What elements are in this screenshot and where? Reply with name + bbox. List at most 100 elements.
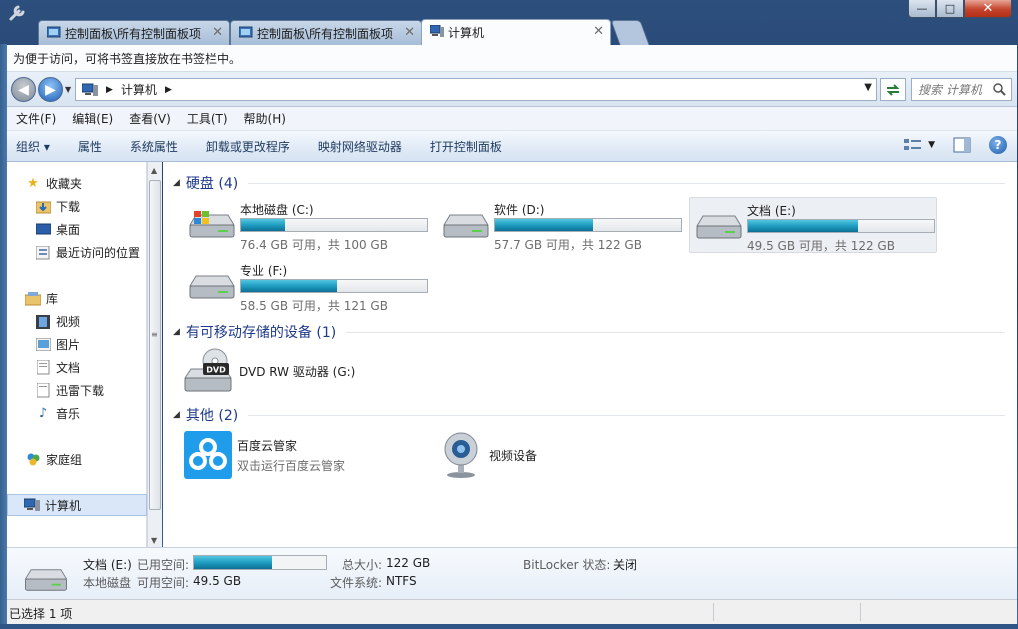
menu-edit[interactable]: 编辑(E) (72, 110, 113, 127)
details-drive-name: 文档 (E:) (83, 558, 132, 572)
navigation-pane: ★ 收藏夹 下载 桌面 最近访问的位置 库 视频 图片 文档 迅雷下载 ♪ 音乐… (7, 162, 147, 547)
collapse-icon[interactable]: ◢ (173, 327, 180, 337)
music-note-icon: ♪ (38, 406, 48, 421)
wrench-icon[interactable] (8, 4, 28, 22)
close-tab-icon[interactable]: ✕ (212, 25, 223, 40)
nav-music[interactable]: ♪ 音乐 (35, 405, 80, 422)
star-icon: ★ (27, 176, 39, 191)
scrollbar-thumb[interactable] (149, 180, 161, 510)
nav-thunder-downloads[interactable]: 迅雷下载 (35, 382, 104, 399)
tab-label: 控制面板\所有控制面板项 (65, 26, 202, 41)
filesystem-value: NTFS (386, 574, 417, 588)
video-device[interactable]: 视频设备 (441, 431, 537, 479)
computer-icon (82, 83, 98, 96)
back-button[interactable]: ◀ (11, 77, 36, 102)
help-icon[interactable]: ? (989, 136, 1007, 154)
hard-drive-icon (24, 569, 68, 591)
preview-pane-icon[interactable] (953, 137, 971, 153)
maximize-button[interactable]: □ (936, 0, 964, 18)
window-frame (0, 44, 7, 624)
nav-computer[interactable]: 计算机 (7, 494, 147, 516)
address-dropdown-icon[interactable]: ▼ (864, 82, 872, 93)
organize-button[interactable]: 组织 ▾ (16, 138, 50, 155)
properties-button[interactable]: 属性 (78, 138, 102, 155)
drive-c[interactable]: 本地磁盘 (C:) 76.4 GB 可用，共 100 GB (183, 197, 431, 253)
free-space-label: 可用空间: (137, 576, 190, 590)
nav-pictures[interactable]: 图片 (35, 336, 80, 353)
group-title: 其他 (2) (185, 408, 239, 424)
drive-f[interactable]: 专业 (F:) 58.5 GB 可用，共 121 GB (183, 258, 431, 314)
nav-documents[interactable]: 文档 (35, 359, 80, 376)
nav-scrollbar[interactable]: ▲ ≡ ▼ (147, 162, 162, 547)
video-library-icon (35, 314, 51, 330)
used-space-label: 已用空间: (137, 558, 190, 572)
address-field[interactable]: ▶ 计算机 ▶ ▼ (75, 78, 877, 101)
change-view-button[interactable]: ▼ (904, 138, 935, 152)
tab-control-panel-2[interactable]: 控制面板\所有控制面板项 ✕ (230, 20, 422, 45)
nav-label: 收藏夹 (46, 177, 83, 191)
drive-e[interactable]: 文档 (E:) 49.5 GB 可用，共 122 GB (689, 197, 937, 253)
nav-recent-places[interactable]: 最近访问的位置 (35, 244, 140, 261)
search-input[interactable]: 搜索 计算机 (911, 78, 1012, 101)
close-tab-icon[interactable]: ✕ (593, 24, 604, 39)
search-icon[interactable] (993, 83, 1006, 96)
collapse-icon[interactable]: ◢ (173, 410, 180, 420)
filesystem-label: 文件系统: (330, 576, 383, 590)
nav-homegroup[interactable]: 家庭组 (25, 451, 82, 468)
scroll-down-icon[interactable]: ▼ (151, 536, 157, 545)
menu-tools[interactable]: 工具(T) (187, 110, 228, 127)
breadcrumb-separator-icon[interactable]: ▶ (106, 85, 113, 95)
map-network-drive-button[interactable]: 映射网络驱动器 (318, 138, 402, 155)
menu-help[interactable]: 帮助(H) (244, 110, 286, 127)
refresh-button[interactable] (880, 78, 906, 101)
close-window-button[interactable]: ✕ (964, 0, 1012, 18)
breadcrumb-separator-icon[interactable]: ▶ (165, 85, 172, 95)
drive-name: 本地磁盘 (C:) (240, 203, 314, 217)
minimize-button[interactable]: — (908, 0, 936, 18)
nav-desktop[interactable]: 桌面 (35, 221, 80, 238)
nav-favorites[interactable]: ★ 收藏夹 (25, 175, 82, 192)
menu-view[interactable]: 查看(V) (129, 110, 171, 127)
group-title: 硬盘 (4) (185, 176, 239, 192)
nav-videos[interactable]: 视频 (35, 313, 80, 330)
hard-drive-icon (189, 275, 235, 299)
collapse-icon[interactable]: ◢ (173, 178, 180, 188)
group-header-other[interactable]: ◢ 其他 (2) (173, 405, 1005, 425)
breadcrumb-computer[interactable]: 计算机 (121, 81, 157, 98)
tab-label: 控制面板\所有控制面板项 (257, 26, 394, 41)
app-description: 双击运行百度云管家 (237, 458, 346, 473)
download-folder-icon (35, 199, 51, 215)
menu-bar: 文件(F) 编辑(E) 查看(V) 工具(T) 帮助(H) (7, 107, 1017, 131)
nav-label: 文档 (56, 361, 81, 375)
uninstall-program-button[interactable]: 卸载或更改程序 (206, 138, 290, 155)
tab-control-panel-1[interactable]: 控制面板\所有控制面板项 ✕ (38, 20, 230, 45)
new-tab-button[interactable] (610, 20, 650, 45)
total-size-value: 122 GB (386, 556, 431, 570)
webcam-icon (444, 432, 478, 478)
history-dropdown-icon[interactable]: ▼ (65, 85, 71, 94)
drive-g-dvd[interactable]: DVD DVD RW 驱动器 (G:) (183, 348, 355, 394)
group-header-hdd[interactable]: ◢ 硬盘 (4) (173, 173, 1005, 193)
app-name: 百度云管家 (237, 438, 298, 453)
nav-label: 下载 (56, 200, 81, 214)
baidu-cloud-manager[interactable]: 百度云管家 双击运行百度云管家 (184, 431, 345, 479)
open-control-panel-button[interactable]: 打开控制面板 (430, 138, 502, 155)
view-options-icon (904, 139, 922, 150)
menu-file[interactable]: 文件(F) (16, 110, 56, 127)
chevron-down-icon: ▼ (928, 140, 935, 150)
baidu-cloud-icon (184, 431, 232, 479)
drive-space: 76.4 GB 可用，共 100 GB (240, 238, 388, 252)
scroll-up-icon[interactable]: ▲ (151, 166, 157, 175)
tab-computer[interactable]: 计算机 ✕ (421, 19, 611, 45)
system-properties-button[interactable]: 系统属性 (130, 138, 178, 155)
nav-libraries[interactable]: 库 (25, 290, 58, 307)
close-tab-icon[interactable]: ✕ (404, 25, 415, 40)
drive-d[interactable]: 软件 (D:) 57.7 GB 可用，共 122 GB (437, 197, 685, 253)
details-usage-bar (193, 555, 327, 570)
status-text: 已选择 1 项 (9, 607, 73, 621)
nav-label: 库 (46, 292, 59, 306)
forward-button[interactable]: ▶ (38, 77, 63, 102)
nav-downloads[interactable]: 下载 (35, 198, 80, 215)
device-name: 视频设备 (489, 448, 538, 463)
group-header-removable[interactable]: ◢ 有可移动存储的设备 (1) (173, 322, 1005, 342)
